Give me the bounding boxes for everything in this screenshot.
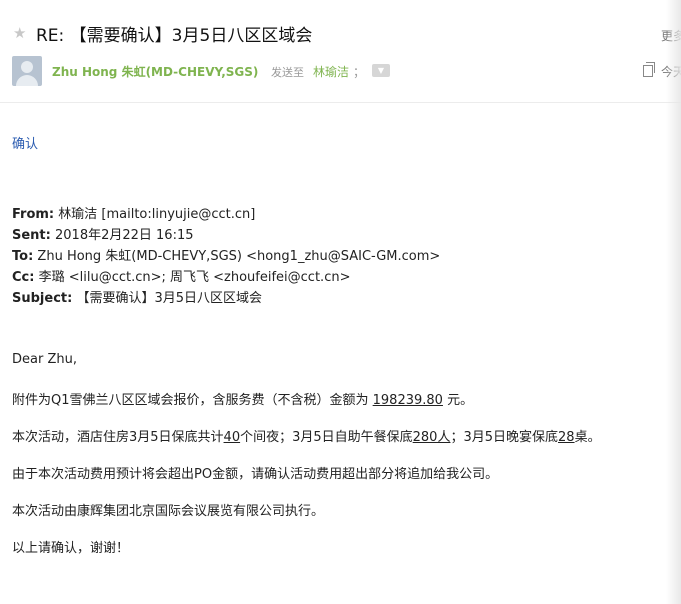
sent-to-label: 发送至 [271, 66, 304, 79]
quoted-sent-value: 2018年2月22日 16:15 [55, 228, 194, 243]
quoted-from-value[interactable]: 林瑜洁 [mailto:linyujie@cct.cn] [58, 207, 255, 222]
quoted-from: From: 林瑜洁 [mailto:linyujie@cct.cn] [12, 203, 255, 222]
dinner-tables-value: 28 [558, 430, 575, 445]
amount-value: 198239.80 [372, 393, 443, 408]
message-header: ★ RE: 【需要确认】3月5日八区区域会 更多 Zhu Hong 朱虹(MD-… [0, 0, 681, 102]
paragraph-over-budget: 由于本次活动费用预计将会超出PO金额，请确认活动费用超出部分将追加给我公司。 [12, 467, 499, 482]
quoted-cc-value[interactable]: 李璐 <lilu@cct.cn>; 周飞飞 <zhoufeifei@cct.cn… [39, 270, 351, 285]
paragraph-closing: 以上请确认，谢谢！ [12, 541, 130, 556]
quoted-cc-label: Cc: [12, 270, 35, 285]
p2-text-a: 本次活动，酒店住房3月5日保底共计 [12, 430, 224, 445]
avatar-body-shape [16, 75, 38, 86]
details-dropdown-button[interactable]: ▼ [372, 64, 390, 77]
quoted-subject: Subject: 【需要确认】3月5日八区区域会 [12, 287, 262, 306]
quoted-from-label: From: [12, 207, 55, 222]
recipient-separator: ； [353, 65, 366, 79]
quoted-sent-label: Sent: [12, 228, 51, 243]
chevron-down-icon: ▼ [377, 66, 385, 75]
right-panel-edge [666, 0, 681, 604]
p2-text-b: 个间夜；3月5日自助午餐保底 [240, 430, 413, 445]
greeting: Dear Zhu, [12, 352, 77, 367]
quoted-sent: Sent: 2018年2月22日 16:15 [12, 224, 194, 243]
p2-text-d: 桌。 [574, 430, 601, 445]
star-icon[interactable]: ★ [13, 24, 26, 42]
paragraph-executor: 本次活动由康辉集团北京国际会议展览有限公司执行。 [12, 504, 325, 519]
room-nights-value: 40 [223, 430, 241, 445]
paragraph-quote-amount: 附件为Q1雪佛兰八区区域会报价，含服务费（不含税）金额为 198239.80 元… [12, 389, 473, 408]
header-divider [0, 102, 681, 103]
p1-text-b: 元。 [442, 393, 474, 408]
reply-text: 确认 [12, 137, 39, 152]
recipient-name[interactable]: 林瑜洁 [313, 63, 349, 80]
p2-text-c: ；3月5日晚宴保底 [450, 430, 559, 445]
avatar[interactable] [12, 56, 42, 86]
lunch-guarantee-value: 280人 [412, 430, 451, 445]
paragraph-guarantees: 本次活动，酒店住房3月5日保底共计40个间夜；3月5日自助午餐保底280人；3月… [12, 426, 601, 445]
quoted-subject-value: 【需要确认】3月5日八区区域会 [76, 291, 263, 306]
quoted-cc: Cc: 李璐 <lilu@cct.cn>; 周飞飞 <zhoufeifei@cc… [12, 266, 350, 285]
quoted-to: To: Zhu Hong 朱虹(MD-CHEVY,SGS) <hong1_zhu… [12, 245, 440, 264]
sender-name[interactable]: Zhu Hong 朱虹(MD-CHEVY,SGS) [52, 63, 258, 80]
quoted-to-value[interactable]: Zhu Hong 朱虹(MD-CHEVY,SGS) <hong1_zhu@SAI… [37, 249, 440, 264]
p1-text-a: 附件为Q1雪佛兰八区区域会报价，含服务费（不含税）金额为 [12, 393, 373, 408]
message-subject: RE: 【需要确认】3月5日八区区域会 [36, 26, 313, 46]
avatar-head-shape [21, 61, 33, 73]
quoted-to-label: To: [12, 249, 34, 264]
quoted-subject-label: Subject: [12, 291, 73, 306]
copy-icon[interactable] [643, 62, 655, 77]
